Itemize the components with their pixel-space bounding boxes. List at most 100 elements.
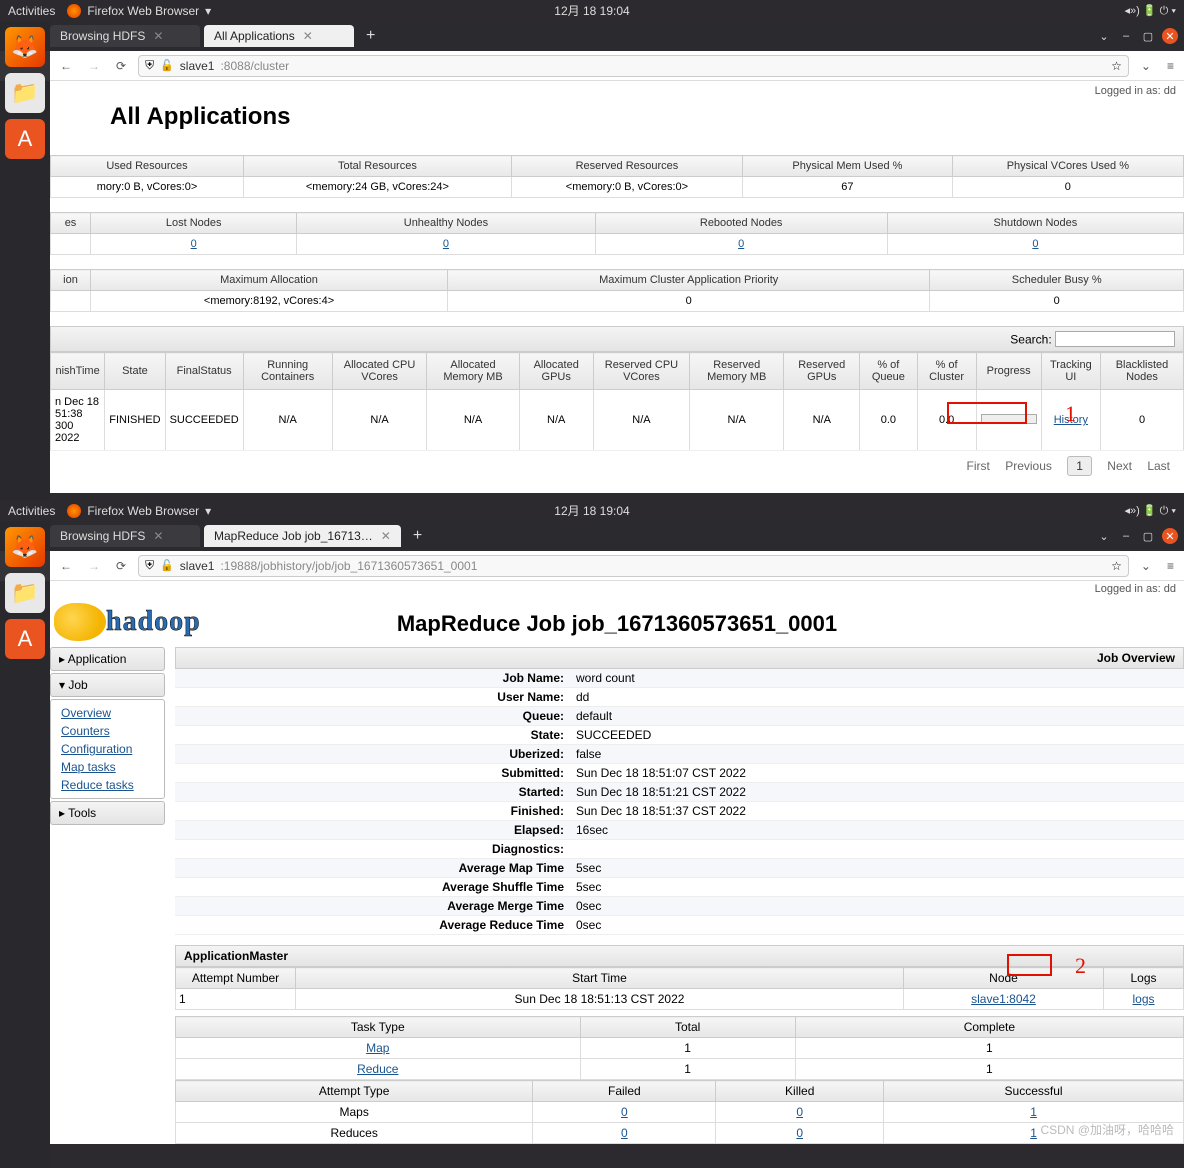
link-map-tasks[interactable]: Map tasks — [61, 758, 154, 776]
star-icon[interactable]: ☆ — [1111, 559, 1122, 573]
col-header[interactable]: Progress — [976, 353, 1041, 390]
url-bar[interactable]: ⛨ 🔓 slave1:19888/jobhistory/job/job_1671… — [138, 555, 1129, 577]
sidebar-item-tools[interactable]: ▸ Tools — [50, 801, 165, 825]
pager-last[interactable]: Last — [1147, 459, 1170, 473]
sidebar-sublinks: Overview Counters Configuration Map task… — [50, 699, 165, 799]
activities-menu[interactable]: Activities — [8, 504, 55, 518]
close-icon[interactable]: ✕ — [381, 529, 391, 543]
col-header[interactable]: Reserved CPU VCores — [593, 353, 689, 390]
table-row: 0000 — [51, 234, 1184, 255]
pager-prev[interactable]: Previous — [1005, 459, 1052, 473]
col-header[interactable]: Reserved Memory MB — [690, 353, 784, 390]
tab-label: Browsing HDFS — [60, 529, 145, 543]
link-overview[interactable]: Overview — [61, 704, 154, 722]
col-header[interactable]: % of Queue — [860, 353, 917, 390]
tab-all-applications[interactable]: All Applications✕ — [204, 25, 354, 47]
activities-menu[interactable]: Activities — [8, 4, 55, 18]
app-label: Firefox Web Browser — [87, 504, 199, 518]
pager-next[interactable]: Next — [1107, 459, 1132, 473]
expand-icon[interactable]: ⌄ — [1096, 528, 1112, 544]
col-header[interactable]: Allocated GPUs — [519, 353, 593, 390]
sidebar-item-application[interactable]: ▸ Application — [50, 647, 165, 671]
reload-button[interactable]: ⟳ — [112, 57, 130, 75]
url-bar[interactable]: ⛨ 🔓 slave1:8088/cluster ☆ — [138, 55, 1129, 77]
close-icon[interactable]: ✕ — [153, 29, 163, 43]
back-button[interactable]: ← — [56, 57, 76, 75]
menu-icon[interactable]: ≡ — [1163, 557, 1178, 575]
close-icon[interactable]: ✕ — [303, 29, 313, 43]
col-header[interactable]: FinalStatus — [165, 353, 243, 390]
system-tray[interactable]: ◂») 🔋 ⏻ ▾ — [1125, 504, 1177, 518]
val-link[interactable]: 1 — [1030, 1105, 1037, 1119]
forward-button[interactable]: → — [84, 557, 104, 575]
col-header[interactable]: Reserved GPUs — [784, 353, 860, 390]
val-link[interactable]: 0 — [796, 1105, 803, 1119]
window-controls: ⌄ – ▢ ✕ — [1096, 28, 1184, 44]
forward-button[interactable]: → — [84, 57, 104, 75]
close-icon[interactable]: ✕ — [1162, 528, 1178, 544]
back-button[interactable]: ← — [56, 557, 76, 575]
url-host: slave1 — [180, 559, 215, 573]
sidebar-item-job[interactable]: ▾ Job — [50, 673, 165, 697]
col-header[interactable]: Blacklisted Nodes — [1101, 353, 1184, 390]
maximize-icon[interactable]: ▢ — [1140, 528, 1156, 544]
nodes-table: esLost NodesUnhealthy NodesRebooted Node… — [50, 212, 1184, 255]
star-icon[interactable]: ☆ — [1111, 59, 1122, 73]
val-link[interactable]: 0 — [796, 1126, 803, 1140]
new-tab-button[interactable]: + — [358, 27, 383, 45]
main-panel: Job Overview Job Name:word count User Na… — [175, 647, 1184, 1144]
reload-button[interactable]: ⟳ — [112, 557, 130, 575]
col-header[interactable]: Running Containers — [243, 353, 332, 390]
map-link[interactable]: Map — [366, 1041, 389, 1055]
files-icon[interactable]: 📁 — [5, 573, 45, 613]
allocation-table: ionMaximum AllocationMaximum Cluster App… — [50, 269, 1184, 312]
tab-mapreduce-job[interactable]: MapReduce Job job_16713…✕ — [204, 525, 401, 547]
app-menu[interactable]: Firefox Web Browser ▾ — [67, 504, 211, 518]
minimize-icon[interactable]: – — [1118, 528, 1134, 544]
firefox-icon[interactable]: 🦊 — [5, 27, 45, 67]
page-content: Logged in as: dd All Applications Used R… — [50, 81, 1184, 493]
col-header[interactable]: % of Cluster — [917, 353, 976, 390]
close-icon[interactable]: ✕ — [1162, 28, 1178, 44]
col-header[interactable]: nishTime — [51, 353, 105, 390]
val-link[interactable]: 1 — [1030, 1126, 1037, 1140]
pocket-icon[interactable]: ⌄ — [1137, 557, 1155, 575]
system-tray[interactable]: ◂») 🔋 ⏻ ▾ — [1125, 4, 1177, 18]
maximize-icon[interactable]: ▢ — [1140, 28, 1156, 44]
col-header[interactable]: Tracking UI — [1041, 353, 1100, 390]
close-icon[interactable]: ✕ — [153, 529, 163, 543]
minimize-icon[interactable]: – — [1118, 28, 1134, 44]
tab-browsing-hdfs[interactable]: Browsing HDFS ✕ — [50, 525, 200, 547]
link-reduce-tasks[interactable]: Reduce tasks — [61, 776, 154, 794]
dock: 🦊 📁 A — [0, 21, 50, 501]
val-link[interactable]: 0 — [621, 1126, 628, 1140]
menu-icon[interactable]: ≡ — [1163, 57, 1178, 75]
kv-key: Job Name: — [175, 669, 570, 687]
kv-list: Job Name:word count User Name:dd Queue:d… — [175, 669, 1184, 935]
reduce-link[interactable]: Reduce — [357, 1062, 398, 1076]
pager-first[interactable]: First — [967, 459, 990, 473]
expand-icon[interactable]: ⌄ — [1096, 28, 1112, 44]
col-header[interactable]: Allocated Memory MB — [427, 353, 519, 390]
software-icon[interactable]: A — [5, 119, 45, 159]
pager-current[interactable]: 1 — [1067, 456, 1092, 476]
clock: 12月 18 19:04 — [554, 2, 629, 19]
new-tab-button[interactable]: + — [405, 527, 430, 545]
col-header: Used Resources — [51, 156, 244, 177]
search-input[interactable] — [1055, 331, 1175, 347]
table-row: Maps001 — [176, 1102, 1184, 1123]
files-icon[interactable]: 📁 — [5, 73, 45, 113]
firefox-icon[interactable]: 🦊 — [5, 527, 45, 567]
logs-link[interactable]: logs — [1132, 992, 1154, 1006]
node-link[interactable]: slave1:8042 — [971, 992, 1036, 1006]
link-counters[interactable]: Counters — [61, 722, 154, 740]
link-configuration[interactable]: Configuration — [61, 740, 154, 758]
sidebar: ▸ Application ▾ Job Overview Counters Co… — [50, 647, 165, 827]
tab-browsing-hdfs[interactable]: Browsing HDFS✕ — [50, 25, 200, 47]
col-header[interactable]: Allocated CPU VCores — [332, 353, 427, 390]
software-icon[interactable]: A — [5, 619, 45, 659]
pocket-icon[interactable]: ⌄ — [1137, 57, 1155, 75]
col-header[interactable]: State — [105, 353, 165, 390]
val-link[interactable]: 0 — [621, 1105, 628, 1119]
app-menu[interactable]: Firefox Web Browser ▾ — [67, 4, 211, 18]
